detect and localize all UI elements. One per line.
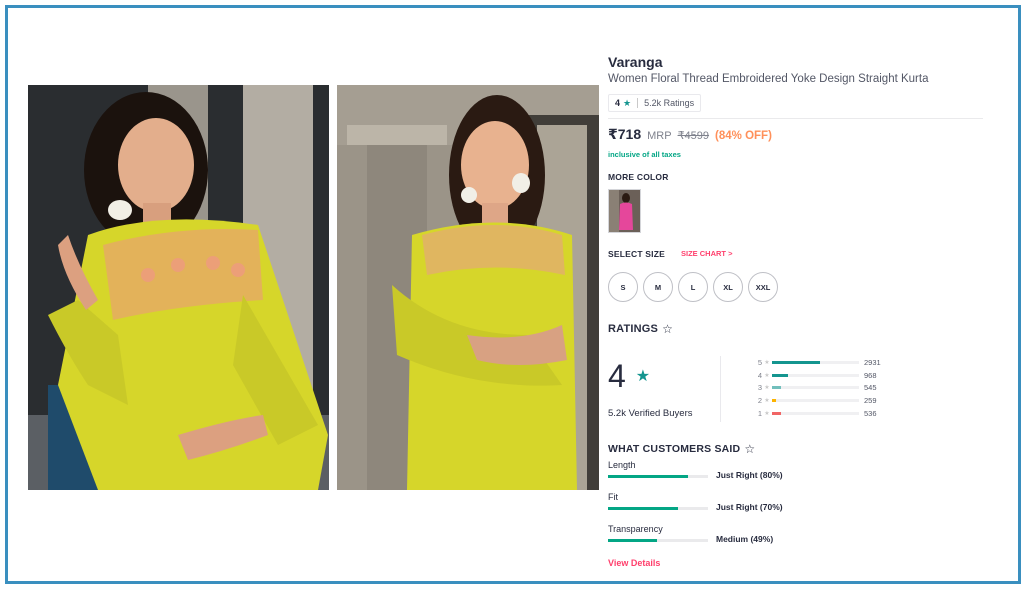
rating-row-2: 2 ★ 259: [754, 394, 894, 407]
rating-count: 545: [864, 383, 877, 393]
star-level: 3: [757, 383, 762, 393]
pill-divider: [637, 98, 639, 108]
customers-said-heading: WHAT CUSTOMERS SAID ☆: [608, 442, 755, 456]
star-icon: ★: [764, 385, 770, 392]
star-icon: ★: [635, 368, 651, 385]
feedback-fit: Fit Just Right (70%): [608, 492, 908, 514]
star-level: 2: [757, 396, 762, 406]
more-color-heading: MORE COLOR: [608, 172, 669, 182]
star-level: 1: [757, 409, 762, 419]
rating-row-5: 5 ★ 2931: [754, 356, 894, 369]
price-row: ₹718 MRP ₹4599 (84% OFF): [608, 126, 772, 143]
customers-said-heading-label: WHAT CUSTOMERS SAID: [608, 443, 741, 455]
select-size-heading: SELECT SIZE: [608, 249, 665, 259]
feedback-value: Just Right (70%): [716, 502, 783, 512]
ratings-heading: RATINGS ☆: [608, 322, 673, 336]
rating-bar-fill: [772, 386, 781, 390]
feedback-bar-row: Medium (49%): [608, 534, 908, 546]
rating-bar-fill: [772, 373, 788, 377]
mrp-value: ₹4599: [677, 130, 710, 142]
selling-price: ₹718: [608, 126, 642, 142]
tax-note: inclusive of all taxes: [608, 150, 681, 159]
star-level: 5: [757, 357, 762, 367]
color-variant-thumbnail[interactable]: [608, 189, 641, 233]
ratings-divider: [720, 356, 721, 422]
rating-bar-track: [772, 360, 859, 364]
feedback-bar-track: [608, 475, 708, 478]
star-icon: ★: [764, 372, 770, 379]
feedback-value: Just Right (80%): [716, 470, 783, 480]
verified-buyers: 5.2k Verified Buyers: [608, 408, 693, 419]
rating-count: 5.2k Ratings: [644, 98, 695, 108]
star-outline-icon: ☆: [744, 442, 756, 456]
star-level: 4: [757, 370, 762, 380]
star-icon: ★: [764, 398, 770, 405]
discount-badge: (84% OFF): [715, 130, 772, 142]
star-icon: ★: [764, 359, 770, 366]
feedback-length: Length Just Right (80%): [608, 460, 908, 482]
size-option-xxl[interactable]: XXL: [748, 272, 778, 302]
size-option-m[interactable]: M: [643, 272, 673, 302]
feedback-bar-row: Just Right (80%): [608, 470, 908, 482]
mrp-label: MRP: [647, 130, 672, 142]
ratings-heading-label: RATINGS: [608, 323, 659, 335]
rating-row-1: 1 ★ 536: [754, 407, 894, 420]
feedback-bar-track: [608, 507, 708, 510]
brand-name[interactable]: Varanga: [608, 54, 662, 70]
feedback-label: Transparency: [608, 524, 663, 534]
size-option-xl[interactable]: XL: [713, 272, 743, 302]
rating-bar-track: [772, 386, 859, 390]
size-options: S M L XL XXL: [608, 272, 778, 302]
rating-bar-track: [772, 399, 859, 403]
rating-bar-track: [772, 412, 859, 416]
size-option-s[interactable]: S: [608, 272, 638, 302]
product-image-1[interactable]: [28, 85, 329, 490]
rating-bar-fill: [772, 360, 820, 364]
feedback-bar-fill: [608, 507, 678, 510]
rating-value: 4: [615, 98, 621, 108]
rating-count: 536: [864, 409, 877, 419]
feedback-bar-row: Just Right (70%): [608, 502, 908, 514]
star-icon: ★: [623, 97, 632, 108]
rating-count: 968: [864, 370, 877, 380]
rating-row-4: 4 ★ 968: [754, 369, 894, 382]
rating-bar-fill: [772, 412, 781, 416]
size-option-l[interactable]: L: [678, 272, 708, 302]
star-icon: ★: [764, 411, 770, 418]
feedback-transparency: Transparency Medium (49%): [608, 524, 908, 546]
average-rating-value: 4: [608, 358, 626, 394]
size-chart-link[interactable]: SIZE CHART >: [681, 249, 732, 258]
feedback-label: Fit: [608, 492, 618, 502]
rating-count: 259: [864, 396, 877, 406]
feedback-label: Length: [608, 460, 636, 470]
rating-bar-track: [772, 373, 859, 377]
rating-summary-pill[interactable]: 4 ★ 5.2k Ratings: [608, 94, 702, 112]
rating-row-3: 3 ★ 545: [754, 382, 894, 395]
feedback-value: Medium (49%): [716, 534, 774, 544]
product-info-panel: Varanga Women Floral Thread Embroidered …: [608, 8, 1018, 583]
rating-count: 2931: [864, 357, 881, 367]
feedback-bar-track: [608, 539, 708, 542]
rating-distribution: 5 ★ 2931 4 ★ 968 3 ★ 545 2 ★ 259 1 ★ 536: [754, 356, 894, 420]
product-image-2[interactable]: [337, 85, 599, 490]
feedback-bar-fill: [608, 475, 688, 478]
rating-bar-fill: [772, 399, 777, 403]
section-divider: [608, 118, 983, 119]
page-frame: Varanga Women Floral Thread Embroidered …: [5, 5, 1021, 584]
average-rating: 4 ★: [608, 360, 650, 392]
star-outline-icon: ☆: [662, 322, 674, 336]
feedback-bar-fill: [608, 539, 657, 542]
view-details-link[interactable]: View Details: [608, 558, 660, 568]
product-title: Women Floral Thread Embroidered Yoke Des…: [608, 73, 929, 85]
